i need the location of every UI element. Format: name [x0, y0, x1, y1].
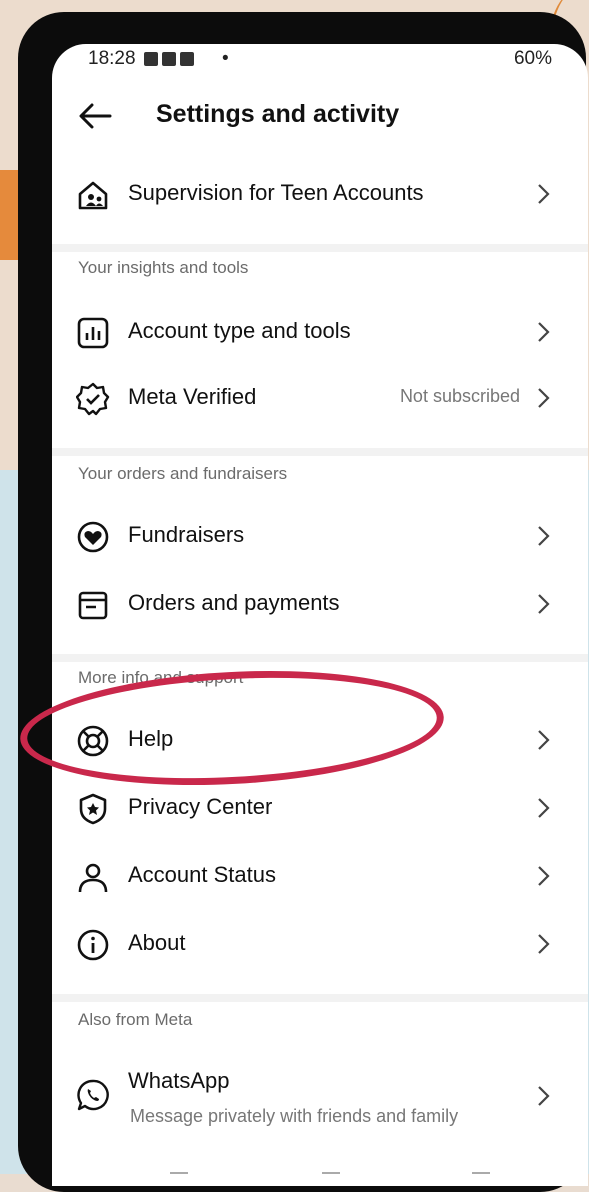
privacy-center-item[interactable]: Privacy Center [52, 776, 588, 840]
header: Settings and activity [52, 94, 588, 144]
chevron-right-icon [538, 594, 550, 614]
privacy-center-label: Privacy Center [128, 794, 273, 819]
about-label: About [128, 930, 186, 955]
chevron-right-icon [538, 866, 550, 886]
orders-payments-label: Orders and payments [128, 590, 340, 615]
whatsapp-subtitle: Message privately with friends and famil… [130, 1106, 459, 1126]
chevron-right-icon [538, 322, 550, 342]
whatsapp-item[interactable]: WhatsApp Message privately with friends … [52, 1054, 588, 1134]
account-type-label: Account type and tools [128, 318, 351, 343]
teen-supervision-icon [78, 181, 108, 210]
battery-level: 60% [513, 48, 552, 69]
meta-verified-item[interactable]: Meta Verified Not subscribed [52, 366, 588, 430]
info-icon [77, 929, 109, 961]
chevron-right-icon [538, 798, 550, 818]
chevron-right-icon [538, 1086, 550, 1106]
verified-badge-icon [76, 382, 110, 416]
fundraiser-heart-icon [77, 521, 109, 553]
account-status-label: Account Status [128, 862, 276, 887]
chevron-right-icon [538, 184, 550, 204]
status-dot: • [222, 48, 229, 69]
receipt-icon [78, 591, 108, 620]
status-bar: 18:28 • 60% [52, 44, 588, 76]
section-divider [52, 994, 588, 1002]
chevron-right-icon [538, 388, 550, 408]
phone-frame: 18:28 • 60% Settings and activity Superv… [18, 12, 588, 1192]
chevron-right-icon [538, 526, 550, 546]
fundraisers-label: Fundraisers [128, 522, 245, 547]
bar-chart-icon [77, 317, 109, 349]
section-orders: Your orders and fundraisers [78, 464, 288, 483]
chevron-right-icon [538, 730, 550, 750]
back-arrow-icon[interactable] [76, 96, 116, 136]
page-title: Settings and activity [156, 100, 400, 128]
notification-icons [144, 52, 194, 66]
about-item[interactable]: About [52, 912, 588, 976]
account-status-item[interactable]: Account Status [52, 844, 588, 908]
chevron-right-icon [538, 934, 550, 954]
section-divider [52, 448, 588, 456]
whatsapp-label: WhatsApp [128, 1068, 230, 1093]
section-insights: Your insights and tools [78, 258, 249, 277]
meta-verified-label: Meta Verified [128, 384, 257, 409]
orders-payments-item[interactable]: Orders and payments [52, 572, 588, 636]
subscription-status: Not subscribed [399, 386, 520, 406]
navigation-bar [52, 1172, 588, 1186]
section-divider [52, 244, 588, 252]
screen: 18:28 • 60% Settings and activity Superv… [52, 44, 588, 1186]
supervision-label: Supervision for Teen Accounts [128, 180, 424, 205]
account-type-item[interactable]: Account type and tools [52, 300, 588, 364]
section-also-from-meta: Also from Meta [78, 1010, 193, 1029]
section-divider [52, 654, 588, 662]
status-time: 18:28 [88, 48, 136, 69]
supervision-item[interactable]: Supervision for Teen Accounts [52, 162, 588, 226]
person-icon [78, 863, 108, 893]
shield-star-icon [79, 793, 107, 825]
fundraisers-item[interactable]: Fundraisers [52, 504, 588, 568]
whatsapp-icon [77, 1079, 109, 1111]
